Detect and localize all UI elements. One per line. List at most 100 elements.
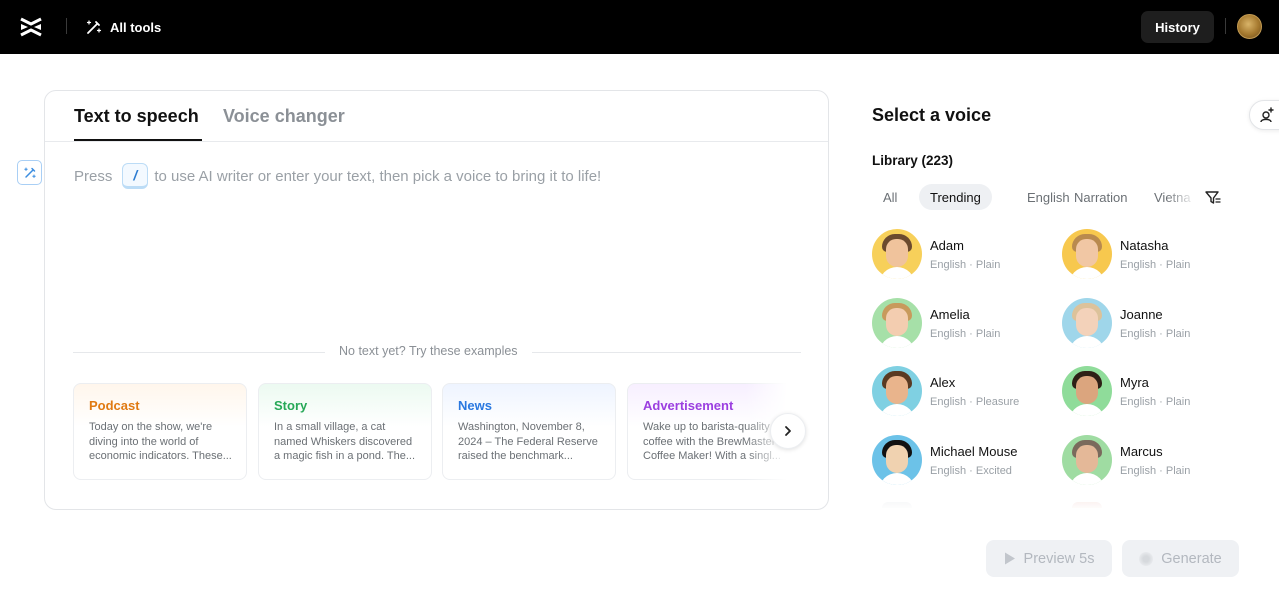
user-avatar[interactable] — [1237, 14, 1262, 39]
voice-text: Michael Mouse English · Excited — [930, 444, 1017, 477]
voice-text: Joanne English · Plain — [1120, 307, 1190, 340]
avatar-face — [886, 239, 908, 267]
voice-avatar — [872, 435, 922, 485]
text-input-placeholder[interactable]: Press / to use AI writer or enter your t… — [74, 163, 601, 189]
voice-item[interactable]: Marcus English · Plain — [1062, 434, 1232, 486]
filter-chip-all[interactable]: All — [872, 184, 908, 210]
voice-item[interactable]: Amelia English · Plain — [872, 297, 1042, 349]
filter-chip-narration[interactable]: Narration — [1063, 184, 1138, 210]
capcut-logo-icon[interactable] — [18, 15, 44, 39]
voice-meta: English · Pleasure — [930, 396, 1019, 408]
placeholder-text-start: Press — [74, 168, 112, 185]
voice-filter-chips: All Trending English Narration Vietna — [872, 184, 1193, 210]
voice-item[interactable]: Joanne English · Plain — [1062, 297, 1232, 349]
voice-item[interactable]: Alex English · Pleasure — [872, 365, 1042, 417]
editor-tabs: Text to speech Voice changer — [45, 91, 828, 142]
voice-meta: English · Plain — [1120, 328, 1190, 340]
generate-button[interactable]: Generate — [1122, 540, 1239, 577]
voice-name: Marcus — [1120, 444, 1190, 459]
text-editor-panel: Text to speech Voice changer Press / to … — [44, 90, 829, 510]
voice-name: Alex — [930, 375, 1019, 390]
tab-text-to-speech[interactable]: Text to speech — [74, 106, 199, 127]
avatar-face — [886, 445, 908, 473]
all-tools-button[interactable]: All tools — [85, 16, 161, 38]
example-card-podcast[interactable]: Podcast Today on the show, we're diving … — [73, 383, 247, 480]
voice-clone-icon — [1259, 107, 1275, 123]
avatar-face — [1076, 308, 1098, 336]
chevron-right-icon — [782, 425, 794, 437]
placeholder-text-end: to use AI writer or enter your text, the… — [154, 168, 601, 185]
voice-name: Joanne — [1120, 307, 1190, 322]
voice-avatar — [1062, 298, 1112, 348]
avatar-body — [879, 473, 915, 485]
avatar-body — [1069, 473, 1105, 485]
history-button[interactable]: History — [1141, 11, 1214, 43]
examples-label: No text yet? Try these examples — [325, 344, 532, 358]
ai-pen-icon — [23, 166, 37, 180]
avatar-face — [886, 376, 908, 404]
avatar-body — [1069, 336, 1105, 348]
voice-item[interactable]: Michael Mouse English · Excited — [872, 434, 1042, 486]
example-card-title: Podcast — [89, 398, 232, 413]
voice-meta: English · Plain — [1120, 465, 1190, 477]
voice-item[interactable]: Natasha English · Plain — [1062, 228, 1232, 280]
avatar-face — [886, 308, 908, 336]
play-icon — [1004, 552, 1016, 565]
voice-avatar — [1062, 435, 1112, 485]
active-tab-indicator — [74, 139, 202, 141]
voice-text: Adam English · Plain — [930, 238, 1000, 271]
voice-item[interactable]: MyraEnglish · Plain — [1062, 365, 1232, 417]
example-card-story[interactable]: Story In a small village, a cat named Wh… — [258, 383, 432, 480]
ai-writer-button[interactable] — [17, 160, 42, 185]
voice-meta: English · Excited — [930, 465, 1017, 477]
avatar-body — [879, 267, 915, 279]
voice-list-fade — [860, 496, 1260, 510]
avatar-body — [879, 336, 915, 348]
avatar-face — [1076, 376, 1098, 404]
topbar-divider — [1225, 18, 1226, 34]
voice-avatar — [1062, 229, 1112, 279]
voice-avatar — [1062, 366, 1112, 416]
filter-icon[interactable] — [1204, 189, 1221, 206]
voice-name: Michael Mouse — [930, 444, 1017, 459]
voice-text: Amelia English · Plain — [930, 307, 1000, 340]
preview-label: Preview 5s — [1024, 551, 1095, 567]
voice-meta: English · Plain — [930, 259, 1000, 271]
voice-item[interactable]: Adam English · Plain — [872, 228, 1042, 280]
all-tools-label: All tools — [110, 20, 161, 35]
example-card-text: Today on the show, we're diving into the… — [89, 420, 232, 464]
topbar-divider — [66, 18, 67, 34]
avatar-body — [879, 404, 915, 416]
example-card-title: Story — [274, 398, 417, 413]
custom-voice-button[interactable] — [1249, 100, 1279, 130]
avatar-body — [1069, 404, 1105, 416]
example-cards: Podcast Today on the show, we're diving … — [73, 383, 795, 481]
avatar-face — [1076, 239, 1098, 267]
select-voice-title: Select a voice — [872, 105, 991, 126]
avatar-face — [1076, 445, 1098, 473]
voice-text: Marcus English · Plain — [1120, 444, 1190, 477]
examples-next-button[interactable] — [770, 413, 806, 449]
tab-voice-changer[interactable]: Voice changer — [223, 106, 345, 127]
voice-name: Amelia — [930, 307, 1000, 322]
voice-text: Natasha English · Plain — [1120, 238, 1190, 271]
example-card-news[interactable]: News Washington, November 8, 2024 – The … — [442, 383, 616, 480]
library-count-label: Library (223) — [872, 153, 953, 168]
voice-name: Adam — [930, 238, 1000, 253]
generate-label: Generate — [1161, 551, 1221, 567]
voice-text: MyraEnglish · Plain — [1120, 375, 1190, 408]
magic-wand-icon — [85, 19, 102, 36]
voice-avatar — [872, 298, 922, 348]
preview-button[interactable]: Preview 5s — [986, 540, 1112, 577]
avatar-body — [1069, 267, 1105, 279]
generate-icon — [1139, 552, 1153, 566]
voice-avatar — [872, 366, 922, 416]
voice-avatar — [872, 229, 922, 279]
voice-meta: English · Plain — [1120, 259, 1190, 271]
voice-meta: English · Plain — [1120, 396, 1190, 408]
top-bar: All tools History — [0, 0, 1279, 54]
filter-chip-trending[interactable]: Trending — [919, 184, 992, 210]
voice-meta: English · Plain — [930, 328, 1000, 340]
voice-name: Natasha — [1120, 238, 1190, 253]
chips-fade — [1166, 184, 1196, 210]
